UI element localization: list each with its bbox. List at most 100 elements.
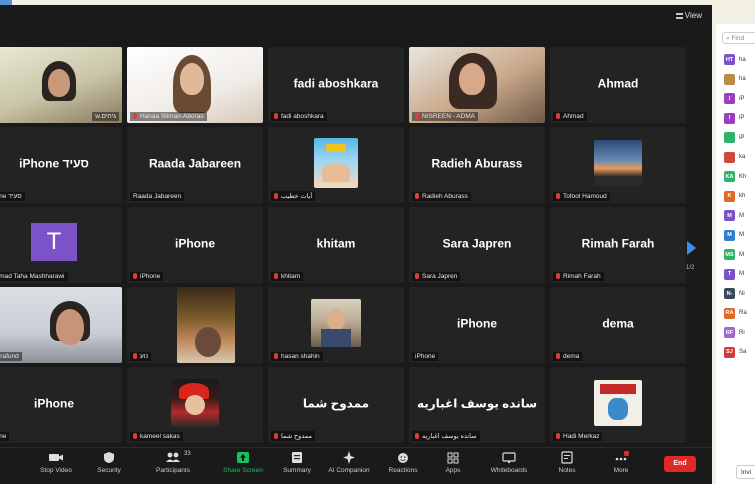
participant-list-item[interactable]: MM [716,206,755,226]
share-screen-button[interactable]: Share Screen [220,451,266,474]
video-tile[interactable]: khitam khitam [268,207,404,283]
participant-list-item[interactable]: RF Ri [716,323,755,343]
video-tile[interactable]: Raada Jabareen Raada Jabareen [127,127,263,203]
participant-name: Raada Jabareen [148,156,242,171]
participants-icon [166,452,180,462]
view-button[interactable]: View [675,11,702,20]
video-tile[interactable]: iPhone hone [0,367,122,443]
video-tile[interactable]: Hanaa Sliman-Aboras [127,47,263,123]
video-tile[interactable]: سانده يوسف اغباريه سانده يوسف اغباريه [409,367,545,443]
notes-button[interactable]: Notes [552,451,582,474]
participant-list-item[interactable]: ha [716,70,755,90]
muted-mic-icon [274,433,278,439]
video-tile[interactable]: Hadi Merkaz [550,367,686,443]
participant-avatar: N- [724,288,735,300]
participant-name: iP [739,134,745,141]
participant-name: ha [739,56,746,63]
video-tile[interactable]: NISREEN - ADMA [409,47,545,123]
tile-caption: سانده يوسف اغباريه [422,433,477,440]
participant-list-item[interactable]: MS M [716,245,755,265]
video-tile[interactable]: iPhone iPhone [127,207,263,283]
tile-caption: kameel sakas [140,433,180,440]
stop-video-button[interactable]: Stop Video [36,451,76,474]
video-tile[interactable]: w.גיחים [0,47,122,123]
participant-name: iP [739,95,745,102]
participants-label: Participants [156,467,190,474]
video-tile[interactable]: Sara Japren Sara Japren [409,207,545,283]
video-tile[interactable]: asirafund [0,287,122,363]
video-tile[interactable]: Rimah Farah Rimah Farah [550,207,686,283]
participant-list-item[interactable]: IiP [716,109,755,129]
video-tile[interactable]: fadi aboshkara fadi aboshkara [268,47,404,123]
grid-view-icon [675,13,683,19]
participant-list-item[interactable]: HT ha [716,50,755,70]
participant-name: M [739,251,744,258]
end-meeting-button[interactable]: End [664,456,696,472]
participant-list-item[interactable]: IiP [716,89,755,109]
muted-mic-icon [274,273,278,279]
video-camera-icon [49,454,63,461]
video-tile[interactable]: ممدوح شما ممدوح شما [268,367,404,443]
muted-mic-icon [133,433,137,439]
muted-mic-icon [133,353,137,359]
whiteboard-icon [502,452,516,463]
participant-list-item[interactable]: KA Kh [716,167,755,187]
participant-list-item[interactable]: Kkh [716,187,755,207]
participant-name: ha [739,76,746,83]
video-tile[interactable]: kameel sakas [127,367,263,443]
tile-caption: hone סעיד [0,192,25,201]
participants-button[interactable]: 33 Participants [150,451,196,474]
participant-avatar: RF [724,327,735,339]
tile-caption: Ahmad [563,113,584,120]
muted-mic-icon [556,353,560,359]
tile-caption: khitam [281,273,301,280]
participant-name: M [739,212,744,219]
tile-caption: Hanaa Sliman-Aboras [140,113,204,120]
reactions-icon [398,453,408,463]
search-placeholder: Find [731,35,745,42]
invite-button[interactable]: Invi [736,465,755,479]
video-tile[interactable]: נוע [127,287,263,363]
participant-name: dema [602,316,634,331]
participant-list-item[interactable]: TM [716,265,755,285]
participant-list-item[interactable]: SJ Sa [716,343,755,363]
profile-picture [171,379,219,428]
whiteboards-button[interactable]: Whiteboards [486,451,532,474]
participant-name: fadi aboshkara [293,76,379,91]
video-tile[interactable]: Tofool Hamoud [550,127,686,203]
video-tile[interactable]: iPhone סעיד hone סעיד [0,127,122,203]
participant-avatar: M [724,210,735,222]
participant-search-input[interactable]: ⌕ Find [722,32,755,44]
participant-name: iPhone [456,316,497,331]
video-tile[interactable]: Ahmad Ahmad [550,47,686,123]
tile-caption: Sara Japren [422,273,458,280]
participant-list-item[interactable]: ka [716,148,755,168]
tile-caption: נוע [140,353,149,360]
participant-name: Rimah Farah [581,236,655,251]
participant-list-item[interactable]: RA Ra [716,304,755,324]
participant-list-item[interactable]: iP [716,128,755,148]
participant-name: Ahmad [597,76,639,91]
muted-mic-icon [556,113,560,119]
tile-caption: iPhone [412,352,439,361]
video-tile[interactable]: hasan shahin [268,287,404,363]
participant-avatar: M [724,229,735,241]
video-tile[interactable]: T hamad Taha Mashharawi [0,207,122,283]
tile-caption: Raada Jabareen [130,192,185,201]
video-tile[interactable]: آيات خطيب [268,127,404,203]
tile-caption: hone [0,432,10,441]
summary-button[interactable]: Summary [278,451,316,474]
participant-list-item[interactable]: MM [716,226,755,246]
muted-mic-icon [415,113,419,119]
video-tile[interactable]: Radieh Aburass Radieh Aburass [409,127,545,203]
participant-list-item[interactable]: N- Ni [716,284,755,304]
ai-companion-button[interactable]: AI Companion [324,451,374,474]
apps-button[interactable]: Apps [438,451,468,474]
video-tile[interactable]: iPhone iPhone [409,287,545,363]
reactions-button[interactable]: Reactions [384,451,422,474]
video-tile[interactable]: dema dema [550,287,686,363]
participant-name: M [739,271,744,278]
next-page-arrow-icon[interactable] [687,241,696,255]
security-button[interactable]: Security [92,451,126,474]
more-button[interactable]: More [606,451,636,474]
